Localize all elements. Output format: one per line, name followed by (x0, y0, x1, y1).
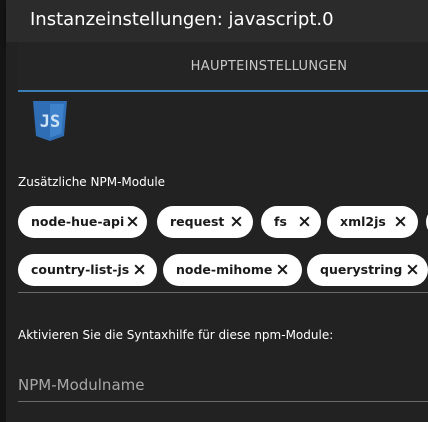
module-chip: querystring (307, 254, 428, 286)
module-chip: xml2js (327, 206, 418, 238)
module-chip: fs (261, 206, 321, 238)
tab-main-settings[interactable]: HAUPTEINSTELLUNGEN (18, 42, 428, 90)
modules-label: Zusätzliche NPM-Module (18, 175, 166, 189)
close-icon[interactable] (133, 263, 146, 276)
close-icon[interactable] (126, 215, 139, 228)
npm-module-input[interactable] (18, 368, 428, 402)
javascript-logo: JS (33, 101, 67, 141)
logo-text: JS (40, 112, 60, 132)
dialog-title: Instanzeinstellungen: javascript.0 (30, 9, 334, 30)
syntax-help-label: Aktivieren Sie die Syntaxhilfe für diese… (18, 328, 334, 342)
module-chip: request (157, 206, 253, 238)
chip-label: request (170, 214, 225, 229)
module-chip: country-list-js (18, 254, 157, 286)
dialog-content: HAUPTEINSTELLUNGEN JS Zusätzliche NPM-Mo… (6, 42, 428, 422)
chip-label: querystring (320, 262, 403, 277)
chip-label: node-hue-api (31, 214, 125, 229)
module-chip: node-mihome (163, 254, 302, 286)
close-icon[interactable] (298, 215, 311, 228)
module-chip: node-hue-api (18, 206, 147, 238)
close-icon[interactable] (394, 215, 407, 228)
close-icon[interactable] (230, 215, 243, 228)
close-icon[interactable] (406, 263, 419, 276)
chip-label: node-mihome (176, 262, 273, 277)
tab-bar: HAUPTEINSTELLUNGEN (18, 42, 428, 92)
chip-label: country-list-js (31, 262, 130, 277)
chip-label: xml2js (340, 214, 386, 229)
chips-underline (18, 292, 428, 293)
dialog-titlebar: Instanzeinstellungen: javascript.0 (6, 0, 428, 42)
chip-label: fs (274, 214, 287, 229)
close-icon[interactable] (276, 263, 289, 276)
